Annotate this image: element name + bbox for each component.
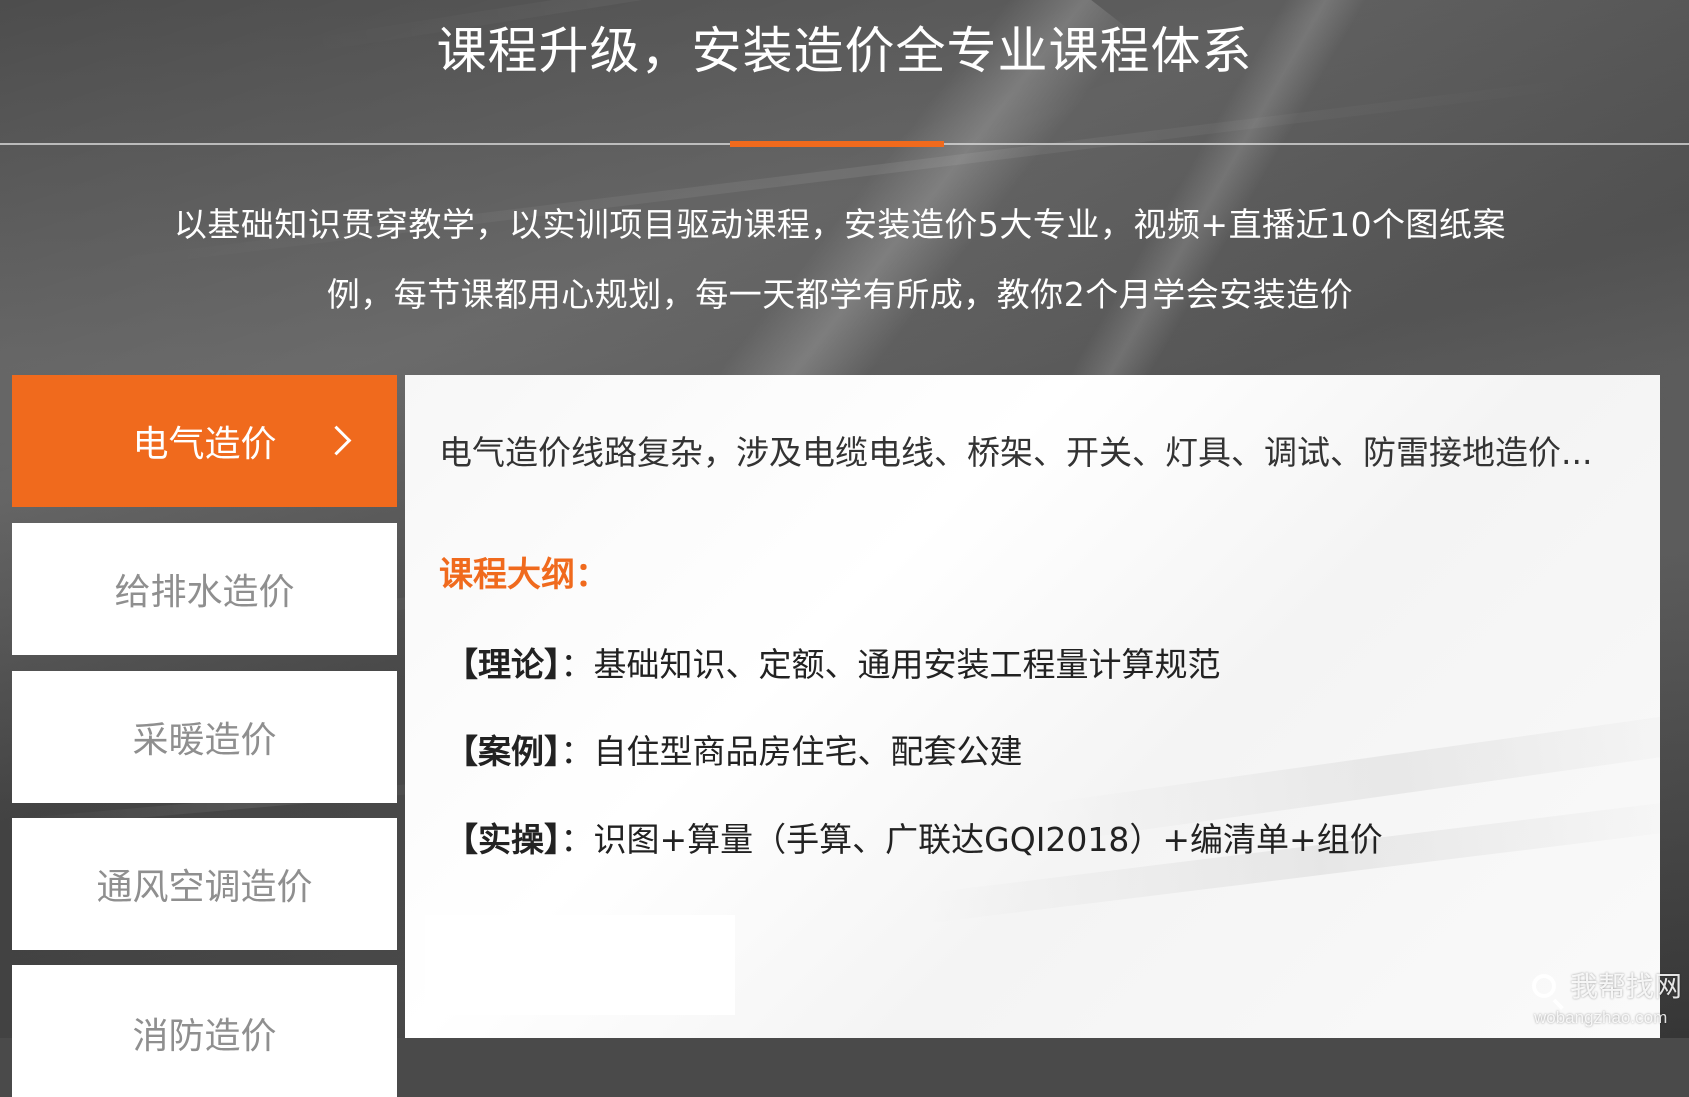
watermark-name: 我帮找网 (1570, 970, 1683, 1003)
tab-fire-protection-cost[interactable]: 消防造价 (12, 965, 397, 1097)
search-icon (1532, 974, 1556, 998)
outline-item: 【案例】：自住型商品房住宅、配套公建 (445, 730, 1023, 774)
tab-hvac-cost[interactable]: 通风空调造价 (12, 818, 397, 950)
tab-heating-cost[interactable]: 采暖造价 (12, 671, 397, 803)
panel-blank-area (425, 915, 735, 1015)
outline-item-text: ：自住型商品房住宅、配套公建 (560, 732, 1023, 771)
watermark: 我帮找网 wobangzhao.com (1532, 970, 1682, 1032)
outline-item: 【实操】：识图+算量（手算、广联达GQI2018）+编清单+组价 (445, 818, 1383, 862)
watermark-url: wobangzhao.com (1534, 1008, 1668, 1027)
outline-item-text: ：基础知识、定额、通用安装工程量计算规范 (560, 645, 1221, 684)
intro-text: 以基础知识贯穿教学，以实训项目驱动课程，安装造价5大专业，视频+直播近10个图纸… (120, 190, 1560, 330)
tab-label: 消防造价 (132, 1016, 277, 1057)
title-divider-accent (730, 141, 944, 147)
outline-item-text: ：识图+算量（手算、广联达GQI2018）+编清单+组价 (560, 820, 1383, 859)
intro-line: 以基础知识贯穿教学，以实训项目驱动课程，安装造价5大专业，视频+直播近10个图纸… (173, 205, 1507, 244)
intro-line: 例，每节课都用心规划，每一天都学有所成，教你2个月学会安装造价 (326, 275, 1354, 314)
outline-item: 【理论】：基础知识、定额、通用安装工程量计算规范 (445, 643, 1221, 687)
tab-label: 采暖造价 (132, 720, 277, 761)
tab-label: 给排水造价 (114, 572, 295, 613)
outline-item-label: 【实操】 (445, 820, 561, 859)
outline-item-label: 【理论】 (445, 645, 561, 684)
course-description: 电气造价线路复杂，涉及电缆电线、桥架、开关、灯具、调试、防雷接地造价... (439, 433, 1593, 472)
chevron-right-icon (321, 425, 352, 456)
tab-electrical-cost[interactable]: 电气造价 (12, 375, 397, 507)
outline-item-label: 【案例】 (445, 732, 561, 771)
course-detail-panel: 电气造价线路复杂，涉及电缆电线、桥架、开关、灯具、调试、防雷接地造价... 课程… (405, 375, 1660, 1038)
tab-water-supply-drainage-cost[interactable]: 给排水造价 (12, 523, 397, 655)
outline-title: 课程大纲： (439, 555, 609, 595)
tab-label: 电气造价 (132, 424, 277, 465)
page-title: 课程升级，安装造价全专业课程体系 (436, 22, 1253, 80)
tab-label: 通风空调造价 (96, 867, 313, 908)
